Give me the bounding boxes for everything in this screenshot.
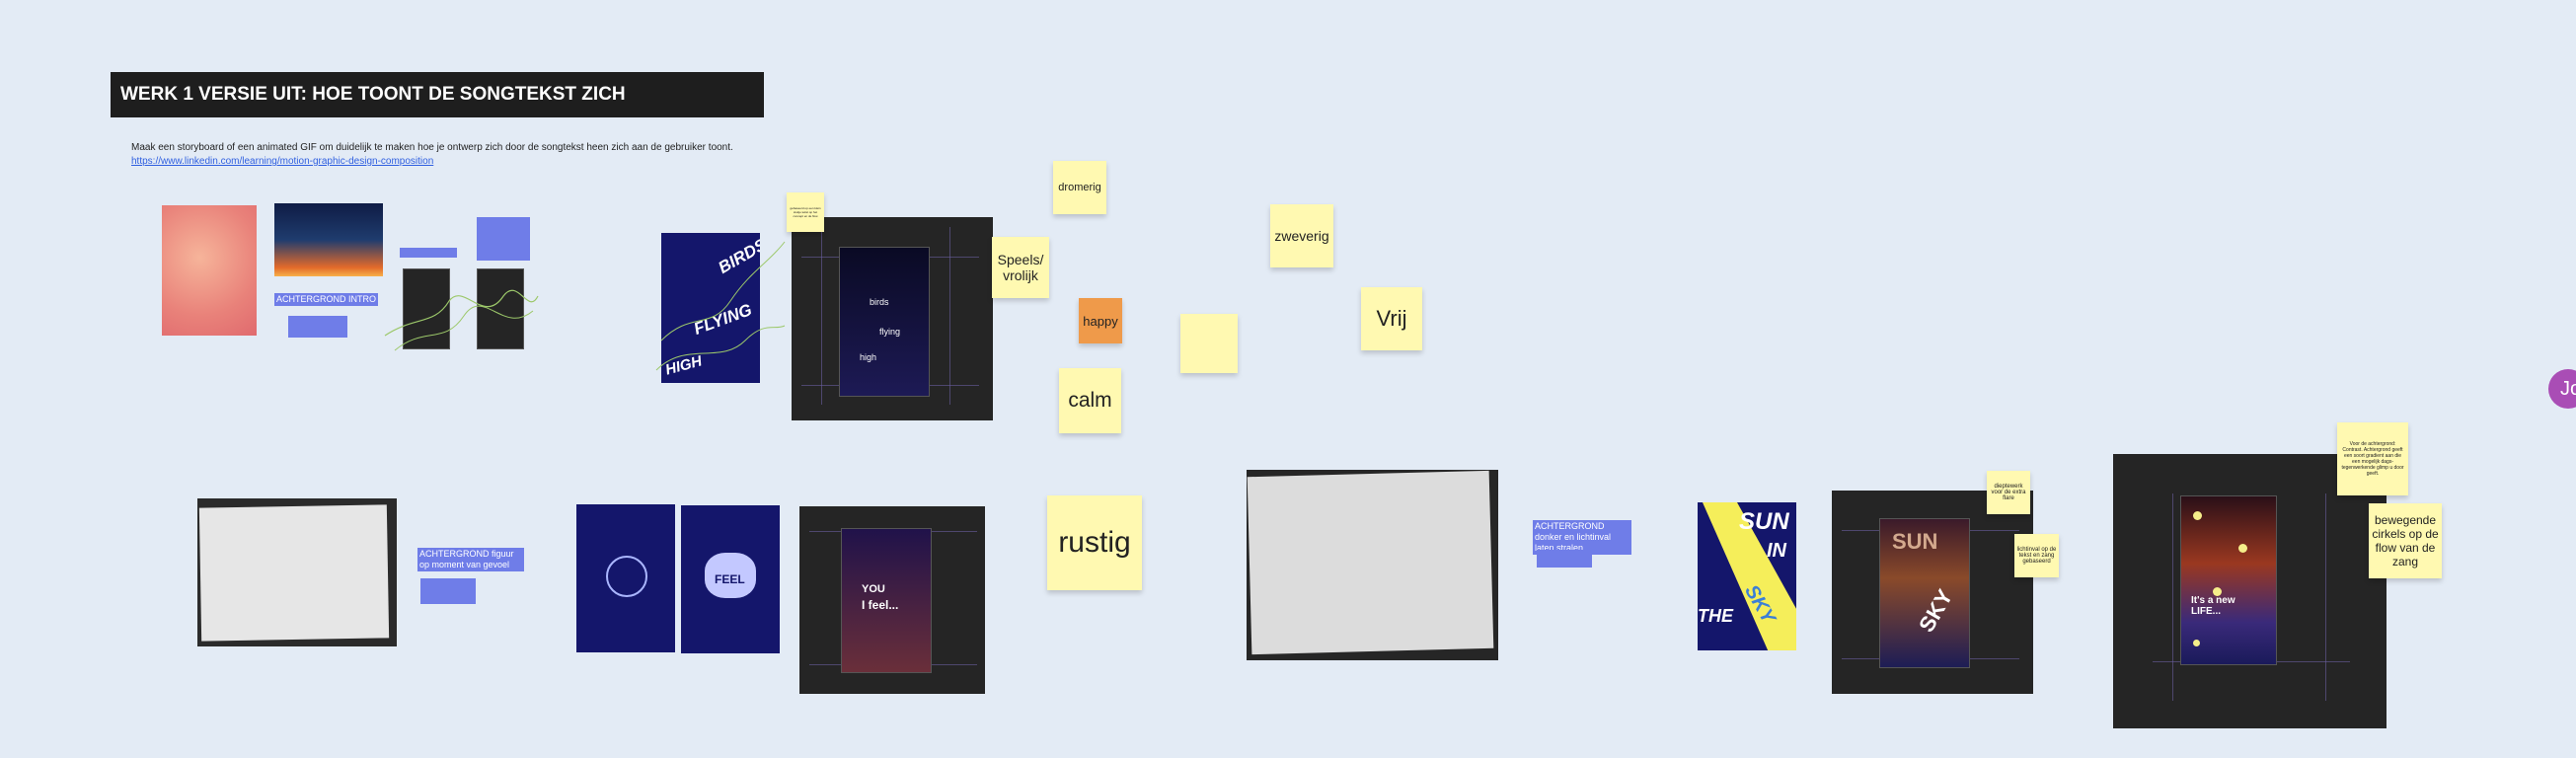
sticky-calm[interactable]: calm [1059,368,1121,433]
highlight-note [420,578,476,604]
phone-screen[interactable]: birds flying high [839,247,930,397]
sun-frame[interactable]: SUN SKY [1832,491,2033,694]
highlight-note [477,217,530,261]
poster-word: birds [870,297,889,307]
poster-word: SUN [1739,508,1789,535]
sticky-contrast[interactable]: Voor de achtergrond: Contrast. Achtergro… [2337,422,2408,495]
sticky-dromerig[interactable]: dromerig [1053,161,1106,214]
highlight-note [288,316,347,338]
feel-poster[interactable]: FEEL [681,505,780,653]
poster-word: It's a new LIFE... [2191,595,2235,617]
pink-texture-image[interactable] [162,205,257,336]
phone-screen[interactable]: It's a new LIFE... [2180,495,2277,665]
sunset-image[interactable] [274,203,383,276]
sticky-rustig[interactable]: rustig [1047,495,1142,590]
sun-poster[interactable]: SUN IN THE SKY [1698,502,1796,650]
label-bg-intro[interactable]: ACHTERGROND INTRO [274,293,378,306]
sticky-vrij[interactable]: Vrij [1361,287,1422,350]
sticky-diepte[interactable]: dieptewerk voor de extra flare [1987,471,2030,514]
sticky-zweverig[interactable]: zweverig [1270,204,1333,267]
poster-word: I feel... [862,598,899,612]
phone-screen[interactable]: SUN SKY [1879,518,1970,668]
highlight-note [1537,550,1592,568]
poster-word: YOU [862,583,885,595]
phone-screen[interactable]: YOU I feel... [841,528,932,673]
user-avatar[interactable]: Jo [2548,369,2576,409]
poster-word: IN [1767,540,1786,562]
board-title[interactable]: WERK 1 VERSIE UIT: HOE TOONT DE SONGTEKS… [111,72,764,117]
sticky-speels[interactable]: Speels/ vrolijk [992,237,1049,298]
poster-word: flying [879,327,901,337]
poster-word: THE [1698,606,1733,626]
board-description: Maak een storyboard of een animated GIF … [131,142,733,153]
reference-link[interactable]: https://www.linkedin.com/learning/motion… [131,156,433,167]
feel-frame[interactable]: YOU I feel... [799,506,985,694]
poster-word: SUN [1892,529,1938,554]
sticky-bewegende[interactable]: bewegende cirkels op de flow van de zang [2369,503,2442,578]
poster-word: SKY [1914,584,1958,637]
sticky-happy[interactable]: happy [1079,298,1122,343]
birds-frame[interactable]: birds flying high [792,217,993,420]
sticky-lichtinval[interactable]: lichtinval op de tekst en zang gebaseerd [2014,534,2059,577]
label-bg-figure[interactable]: ACHTERGROND figuur op moment van gevoel [417,548,524,571]
poster-word: high [860,352,877,362]
sticky-small-note[interactable]: gebaseerd op een klein stukje tekst op h… [787,192,824,232]
circle-poster-1[interactable] [576,504,675,652]
sketch-photo-2[interactable] [1247,470,1498,660]
sticky-empty[interactable] [1180,314,1238,373]
flight-lines [655,241,786,371]
wave-lines [384,289,539,351]
sketch-photo-1[interactable] [197,498,397,646]
poster-word: FEEL [715,572,745,586]
